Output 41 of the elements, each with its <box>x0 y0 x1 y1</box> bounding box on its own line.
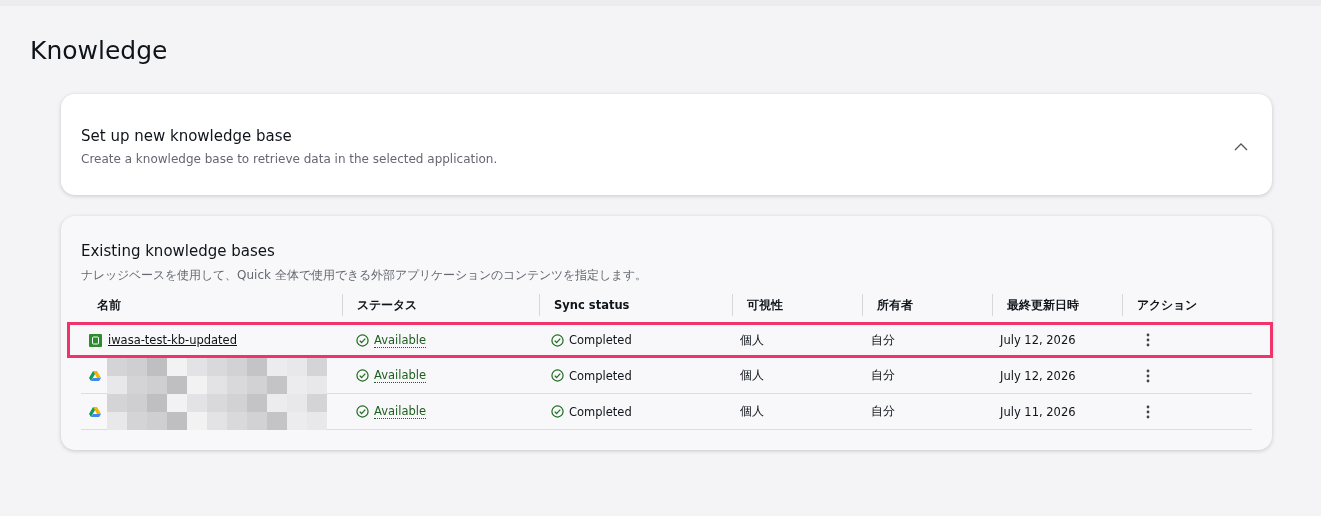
drive-icon <box>89 406 101 417</box>
check-circle-icon <box>551 369 564 382</box>
visibility-cell: 個人 <box>740 332 764 348</box>
knowledge-base-link[interactable]: iwasa-test-kb-updated <box>108 333 237 347</box>
date-cell: July 12, 2026 <box>1000 333 1076 347</box>
knowledge-base-icon <box>89 333 102 347</box>
panel-title: Set up new knowledge base <box>81 126 293 146</box>
panel-title: Existing knowledge bases <box>81 241 276 261</box>
chevron-icon <box>1234 141 1248 151</box>
column-header: ステータス <box>342 294 539 316</box>
column-header: 名前 <box>96 296 122 314</box>
status-text: Available <box>374 332 427 348</box>
kebab-menu-icon <box>1146 333 1150 347</box>
status-text: Available <box>374 404 427 419</box>
drive-icon <box>89 370 101 381</box>
visibility-cell: 個人 <box>740 404 764 419</box>
date-cell: July 11, 2026 <box>1000 404 1076 419</box>
visibility-cell: 個人 <box>740 368 764 383</box>
check-circle-icon <box>356 405 369 418</box>
check-circle-icon <box>551 333 564 347</box>
column-header: アクション <box>1122 294 1252 316</box>
page-title: Knowledge <box>30 36 169 66</box>
panel-description: Create a knowledge base to retrieve data in the selected application. <box>81 152 498 166</box>
sync-status-text: Completed <box>569 404 632 419</box>
column-header: Sync status <box>539 294 732 316</box>
check-circle-icon <box>356 333 369 347</box>
owner-cell: 自分 <box>871 332 895 348</box>
date-cell: July 12, 2026 <box>1000 368 1076 383</box>
column-header: 最終更新日時 <box>992 294 1122 316</box>
column-header: 所有者 <box>862 294 992 316</box>
kebab-menu-icon <box>1146 404 1150 419</box>
column-header: 可視性 <box>732 294 862 316</box>
owner-cell: 自分 <box>871 368 895 383</box>
kebab-menu-icon <box>1146 368 1150 383</box>
panel-description: ナレッジベースを使用して、Quick 全体で使用できる外部アプリケーションのコンテンツを指定します。 <box>81 267 648 284</box>
check-circle-icon <box>551 405 564 418</box>
check-circle-icon <box>356 369 369 382</box>
sync-status-text: Completed <box>569 368 632 383</box>
owner-cell: 自分 <box>871 404 895 419</box>
status-text: Available <box>374 368 427 383</box>
sync-status-text: Completed <box>569 333 632 347</box>
